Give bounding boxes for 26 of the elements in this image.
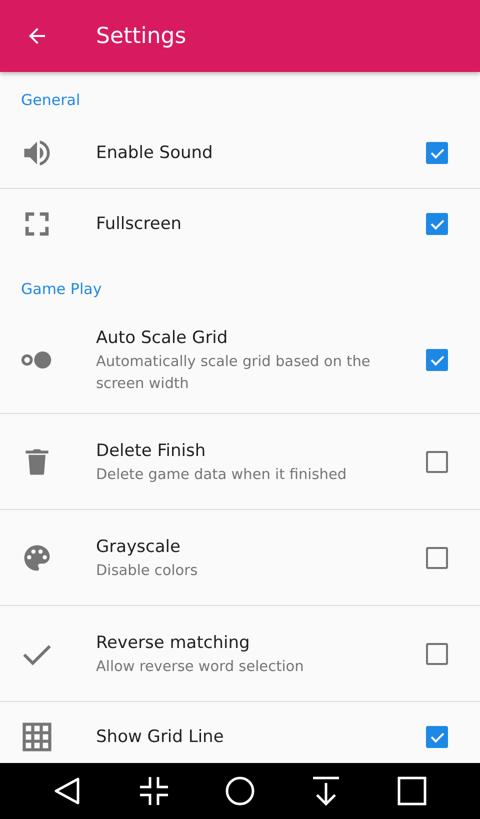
setting-summary: Delete game data when it finished — [96, 466, 347, 484]
home-icon[interactable] — [224, 775, 256, 807]
setting-title: Reverse matching — [96, 632, 250, 654]
recents-icon[interactable] — [396, 775, 428, 807]
grid-icon — [20, 720, 54, 754]
section-header: General — [20, 90, 82, 111]
checkbox[interactable] — [426, 642, 448, 664]
checkbox[interactable] — [426, 546, 448, 568]
screen-title: Settings — [96, 24, 186, 48]
setting-title: Show Grid Line — [96, 726, 224, 749]
setting-title: Fullscreen — [96, 213, 182, 236]
section-header: Game Play — [20, 279, 103, 300]
checkbox[interactable] — [426, 213, 448, 235]
compress-icon[interactable] — [138, 775, 170, 807]
setting-title: Auto Scale Grid — [96, 327, 228, 350]
setting-title: Grayscale — [96, 536, 180, 558]
checkbox[interactable] — [426, 726, 448, 748]
setting-summary: Disable colors — [96, 562, 198, 580]
checkbox[interactable] — [426, 450, 448, 472]
download-icon[interactable] — [310, 775, 342, 807]
checkbox[interactable] — [426, 142, 448, 164]
checkbox[interactable] — [426, 349, 448, 371]
setting-summary: Automatically scale grid based on the screen width — [96, 353, 372, 394]
setting-summary: Allow reverse word selection — [96, 658, 304, 676]
setting-title: Enable Sound — [96, 142, 213, 165]
setting-title: Delete Finish — [96, 440, 206, 462]
